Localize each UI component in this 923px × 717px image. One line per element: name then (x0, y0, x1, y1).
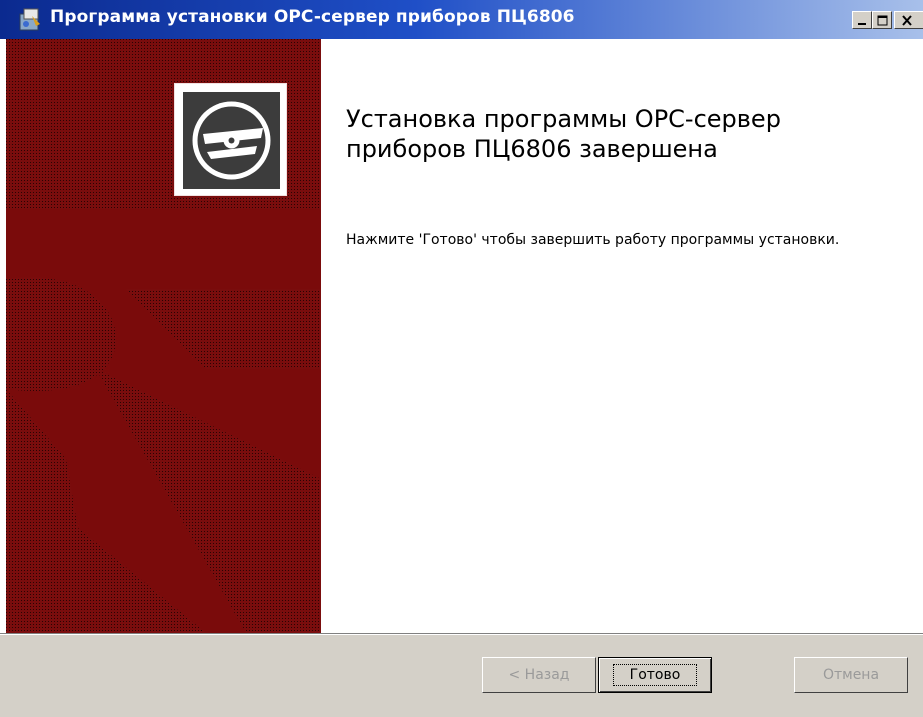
finish-button-label: Готово (612, 664, 698, 686)
cd-disc-icon-frame (174, 83, 287, 196)
minimize-icon (858, 23, 866, 25)
completion-message: Нажмите 'Готово' чтобы завершить работу … (346, 232, 840, 248)
minimize-button[interactable] (852, 11, 872, 29)
maximize-icon (877, 15, 888, 26)
maximize-button[interactable] (872, 11, 892, 29)
cancel-button-label: Отмена (822, 667, 880, 683)
installer-icon[interactable] (18, 6, 44, 32)
cancel-button[interactable]: Отмена (794, 657, 908, 693)
button-bar (0, 635, 923, 717)
back-button[interactable]: < Назад (482, 657, 596, 693)
cd-disc-icon (183, 92, 280, 189)
back-button-label: < Назад (508, 667, 570, 683)
page-title: Установка программы OPC-сервер приборов … (346, 105, 781, 163)
window-title: Программа установки OPC-сервер приборов … (50, 7, 575, 27)
close-icon (902, 15, 912, 26)
title-bar: Программа установки OPC-сервер приборов … (0, 0, 923, 39)
finish-button[interactable]: Готово (598, 657, 712, 693)
close-button[interactable] (894, 11, 923, 29)
